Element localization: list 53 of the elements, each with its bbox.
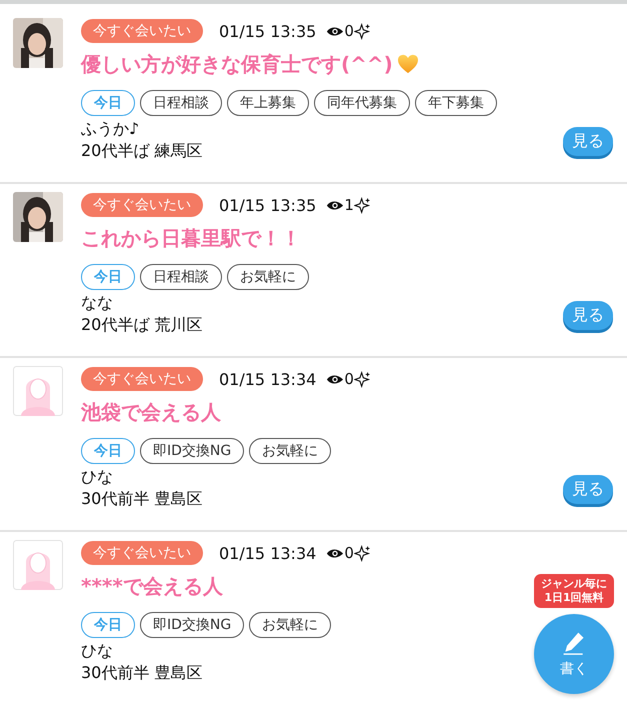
post-time: 01/15 13:34 xyxy=(219,544,316,562)
post-title[interactable]: ****で会える人 xyxy=(81,572,223,600)
post-time: 01/15 13:35 xyxy=(219,196,316,214)
sparkle-icon xyxy=(354,370,371,388)
tag-chip: 日程相談 xyxy=(140,90,222,116)
tag-chip: 日程相談 xyxy=(140,264,222,290)
post-time: 01/15 13:34 xyxy=(219,370,316,388)
post-time: 01/15 13:35 xyxy=(219,22,316,40)
tag-chip: 今日 xyxy=(81,612,135,638)
user-profile: 20代半ば 練馬区 xyxy=(81,140,202,162)
view-button[interactable]: 見る xyxy=(563,127,613,156)
view-count: 0 xyxy=(344,22,354,40)
status-badge: 今すぐ会いたい xyxy=(81,541,203,565)
eye-icon xyxy=(326,26,344,36)
tag-chip: 同年代募集 xyxy=(314,90,410,116)
view-count: 0 xyxy=(344,370,354,388)
avatar-placeholder-icon xyxy=(13,540,63,590)
tag-chip: 年上募集 xyxy=(227,90,309,116)
status-badge: 今すぐ会いたい xyxy=(81,19,203,43)
view-button[interactable]: 見る xyxy=(563,301,613,330)
tag-chip: 今日 xyxy=(81,438,135,464)
user-name: なな xyxy=(81,292,114,314)
user-name: ふうか♪ xyxy=(81,118,140,140)
free-tooltip: ジャンル毎に 1日1回無料 xyxy=(534,574,614,608)
post-title[interactable]: 池袋で会える人 xyxy=(81,398,221,426)
tag-chip: 即ID交換NG xyxy=(140,438,244,464)
avatar-placeholder-icon xyxy=(13,366,63,416)
post-title[interactable]: 優しい方が好きな保育士です(^^) xyxy=(81,50,393,78)
sparkle-icon xyxy=(354,544,371,562)
sparkle-icon xyxy=(354,196,371,214)
eye-icon xyxy=(326,548,344,558)
sparkle-icon xyxy=(354,22,371,40)
tag-chip: お気軽に xyxy=(249,612,332,638)
post-title[interactable]: これから日暮里駅で！！ xyxy=(81,224,301,252)
view-count: 0 xyxy=(344,544,354,562)
tag-chip: 年下募集 xyxy=(415,90,497,116)
user-profile: 30代前半 豊島区 xyxy=(81,662,202,684)
status-badge: 今すぐ会いたい xyxy=(81,193,203,217)
tag-chip: 即ID交換NG xyxy=(140,612,244,638)
user-name: ひな xyxy=(81,640,114,662)
write-button[interactable]: 書く xyxy=(534,614,614,694)
tag-chip: 今日 xyxy=(81,90,135,116)
user-profile: 20代半ば 荒川区 xyxy=(81,314,202,336)
eye-icon xyxy=(326,200,344,210)
user-profile: 30代前半 豊島区 xyxy=(81,488,202,510)
status-badge: 今すぐ会いたい xyxy=(81,367,203,391)
view-count: 1 xyxy=(344,196,354,214)
eye-icon xyxy=(326,374,344,384)
tag-chip: 今日 xyxy=(81,264,135,290)
view-button[interactable]: 見る xyxy=(563,475,613,504)
tag-chip: お気軽に xyxy=(249,438,332,464)
user-name: ひな xyxy=(81,466,114,488)
tag-chip: お気軽に xyxy=(227,264,309,290)
